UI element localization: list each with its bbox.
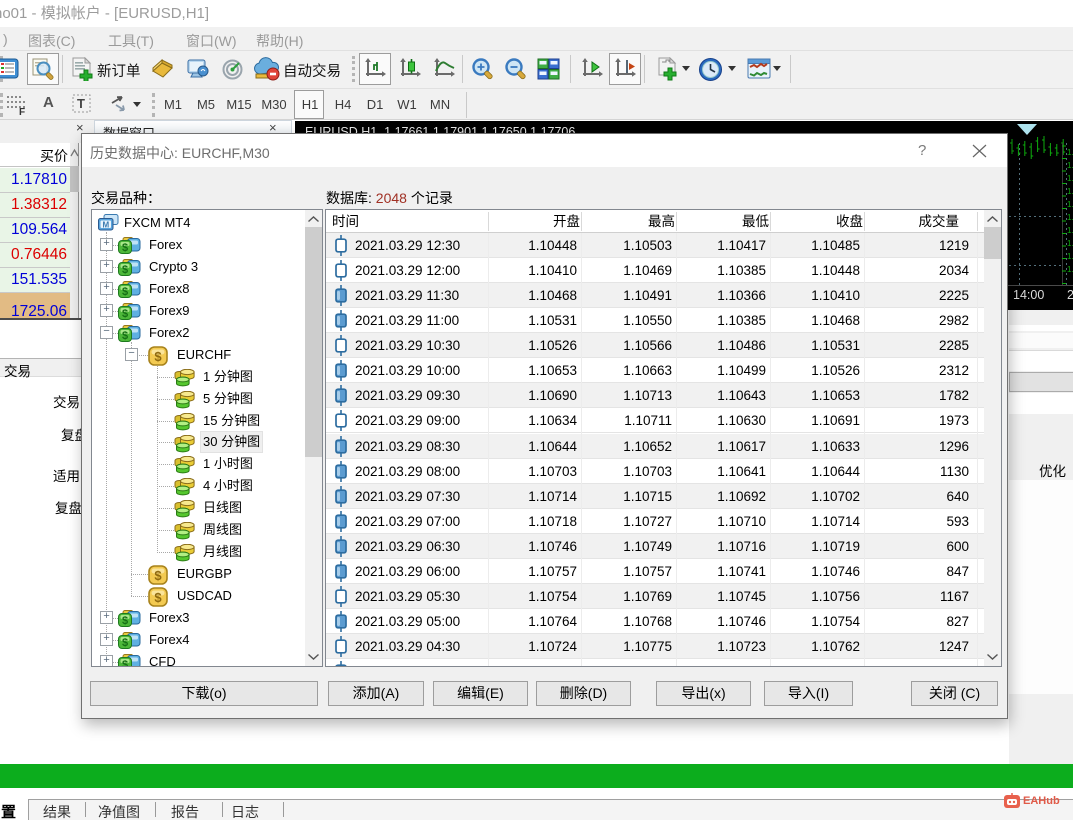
svg-text:$: $ bbox=[122, 242, 128, 254]
svg-text:$: $ bbox=[122, 308, 128, 320]
svg-text:$: $ bbox=[122, 286, 128, 298]
svg-text:T: T bbox=[77, 96, 85, 111]
svg-text:$: $ bbox=[122, 330, 128, 342]
svg-text:$: $ bbox=[122, 637, 128, 649]
svg-text:$: $ bbox=[122, 615, 128, 627]
svg-text:$: $ bbox=[122, 264, 128, 276]
svg-text:$: $ bbox=[122, 659, 128, 667]
svg-text:F: F bbox=[19, 107, 25, 117]
svg-text:$: $ bbox=[154, 568, 162, 583]
svg-text:M: M bbox=[102, 221, 109, 230]
svg-text:$: $ bbox=[154, 590, 162, 605]
svg-text:$: $ bbox=[154, 349, 162, 364]
